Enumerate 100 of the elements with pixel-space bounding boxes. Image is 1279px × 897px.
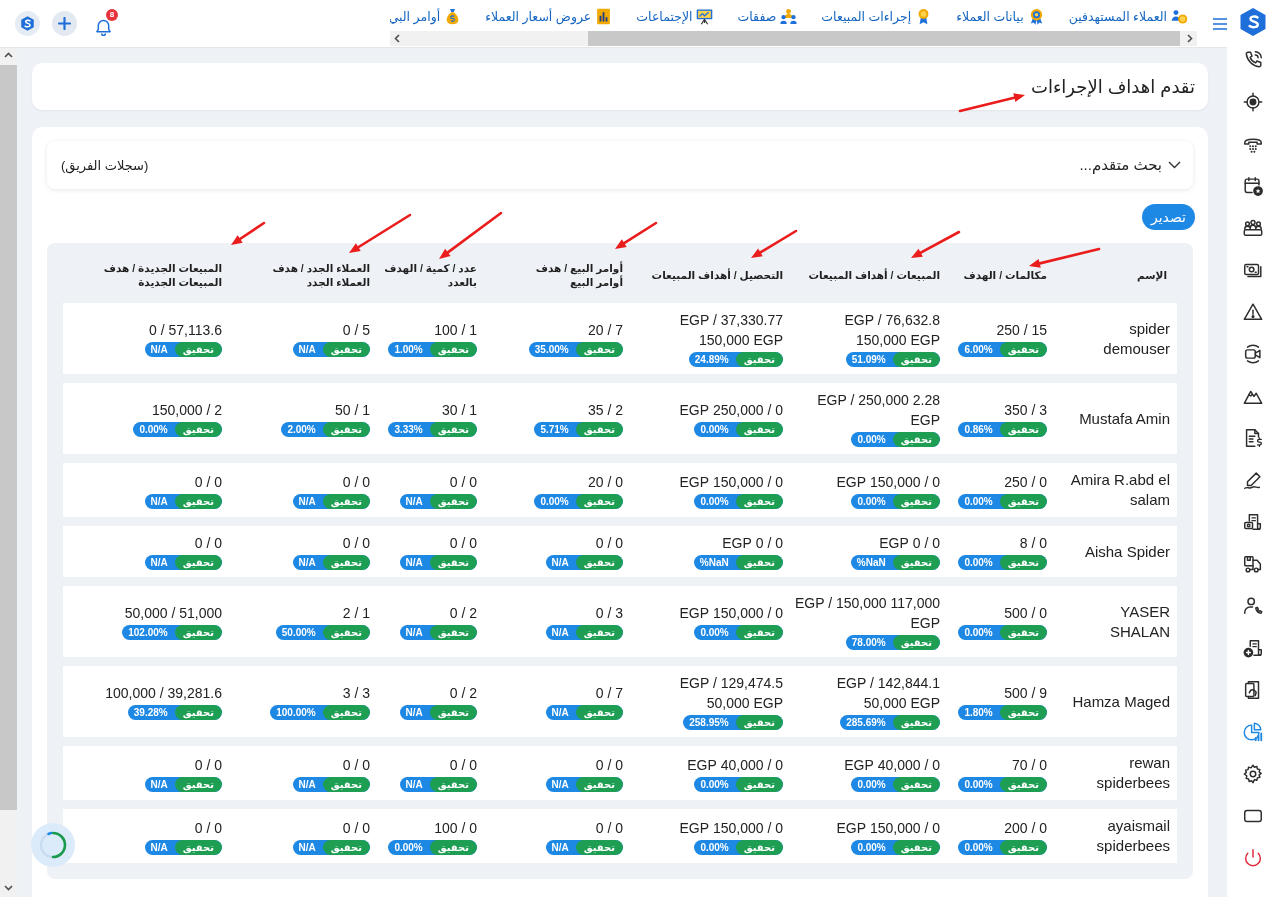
ratio-text: 0 / 500 (1004, 604, 1047, 623)
ratio-text: 0 / 0 (342, 818, 370, 838)
ratio-text: 3 / 3 (342, 684, 370, 703)
ratio-text: 0 / 250 (1004, 472, 1047, 492)
ratio-text: 0 / 8 (1019, 534, 1047, 553)
user-phone-icon (1242, 595, 1264, 617)
ratio-text: 51,000 / 50,000 (124, 604, 222, 623)
ratio-text: 2 / 0 (449, 604, 477, 623)
ratio-text: 7 / 20 (587, 321, 623, 340)
column-header: الإسم (1137, 268, 1167, 282)
calendar-star-icon (1242, 175, 1264, 197)
ratio-text: 0 / 0 (595, 818, 623, 838)
ratio-text: 37,330.77 EGP / 150,000 EGP (678, 311, 783, 350)
employee-name: ayaismail spiderbees (1096, 817, 1170, 854)
ratio-text: 142,844.1 EGP / 50,000 EGP (835, 674, 940, 713)
ratio-text: 129,474.5 EGP / 50,000 EGP (678, 674, 783, 713)
ratio-text: 2 / 35 (587, 401, 623, 420)
ratio-text: 0 / 0 (595, 534, 623, 553)
team-records-label: (سجلات الفريق) (61, 157, 149, 173)
pie-chart-icon (1242, 721, 1264, 743)
nav-tab[interactable]: إجراءات المبيعات (821, 7, 933, 25)
column-header: أوامر البيع / هدف أوامر البيع (534, 261, 623, 289)
employee-name: rewan spiderbees (1096, 754, 1170, 791)
ratio-text: 0 / 20 (587, 472, 623, 492)
plus-icon (58, 17, 71, 30)
ratio-text: 39,281.6 / 100,000 (105, 684, 222, 703)
pen-signature-icon (1242, 469, 1264, 491)
ratio-text: 57,113.6 / 0 (149, 321, 222, 340)
ratio-text: 9 / 500 (1004, 684, 1047, 703)
presentation-board-icon (696, 7, 714, 25)
target-icon (1242, 91, 1264, 113)
ratio-text: 0 / 250,000 EGP (679, 401, 783, 420)
warning-icon (1242, 301, 1264, 323)
ratio-text: 1 / 2 (342, 604, 370, 623)
menu-button[interactable] (1213, 17, 1227, 30)
employee-name: Hamza Maged (1072, 692, 1170, 710)
column-header: المبيعات الجديدة / هدف المبيعات الجديدة (102, 261, 222, 289)
nav-tab[interactable]: عروض أسعار العملاء (485, 7, 613, 25)
ratio-text: 0 / 0 EGP (722, 534, 783, 553)
column-header: مكالمات / الهدف (963, 268, 1047, 282)
employee-name: Aisha Spider (1084, 542, 1170, 560)
nav-tab[interactable]: الإجتماعات (636, 7, 714, 25)
add-button[interactable] (52, 11, 77, 36)
ratio-text: 1 / 50 (334, 401, 370, 420)
page-title: تقدم اهداف الإجراءات (1030, 75, 1195, 98)
column-header: عدد / كمية / الهدف بالعدد (383, 261, 477, 289)
advanced-search-toggle[interactable]: بحث متقدم... (1079, 156, 1181, 174)
document-chart-icon (595, 7, 613, 25)
ratio-text: 1 / 100 (434, 321, 477, 340)
employee-name: Mustafa Amin (1079, 409, 1170, 427)
receipt-money-icon (1242, 511, 1264, 533)
nav-tab[interactable]: العملاء المستهدفين (1068, 7, 1188, 25)
ratio-text: 0 / 150,000 EGP (679, 472, 783, 492)
people-group-icon (780, 7, 798, 25)
nav-tab[interactable]: صفقات (737, 7, 798, 25)
scroll-left-icon[interactable] (394, 34, 400, 43)
video-camera-icon (1242, 343, 1264, 365)
ratio-text: 0 / 0 (194, 818, 222, 838)
column-header: التحصيل / أهداف المبيعات (651, 268, 783, 282)
ratio-text: 0 / 0 (342, 755, 370, 775)
scroll-right-icon[interactable] (1187, 34, 1193, 43)
ratio-text: 0 / 0 (194, 472, 222, 492)
export-button[interactable]: تصدير (1142, 204, 1195, 230)
scrollbar-thumb[interactable] (588, 31, 1180, 46)
ratio-text: 0 / 0 (342, 472, 370, 492)
people-group-icon (1242, 217, 1264, 239)
employee-name: Amira R.abd el salam (1070, 471, 1170, 508)
ratio-text: 3 / 0 (595, 604, 623, 623)
horizontal-scrollbar[interactable] (390, 31, 1197, 46)
ratio-text: 5 / 0 (342, 321, 370, 340)
nav-tab[interactable]: بيانات العملاء (956, 7, 1045, 25)
ratio-text: 0 / 200 (1004, 818, 1047, 838)
scroll-up-icon[interactable] (4, 52, 13, 58)
ratio-text: 76,632.8 EGP / 150,000 EGP (843, 311, 940, 350)
ratio-text: 0 / 0 (449, 472, 477, 492)
menu-icon (1213, 17, 1227, 30)
scroll-down-icon[interactable] (4, 885, 13, 891)
ratio-text: 2 / 0 (449, 684, 477, 703)
ratio-text: 2 / 150,000 (151, 401, 222, 420)
ratio-text: 15 / 250 (996, 321, 1047, 340)
ratio-text: 0 / 70 (1011, 755, 1047, 775)
ratio-text: 2.28 EGP / 250,000 EGP (816, 391, 940, 430)
ratio-text: 0 / 0 (449, 755, 477, 775)
ratio-text: 0 / 150,000 EGP (679, 818, 783, 838)
column-header: المبيعات / أهداف المبيعات (808, 268, 940, 282)
logo-icon (15, 11, 40, 36)
ratio-text: 7 / 0 (595, 684, 623, 703)
ratio-text: 0 / 150,000 EGP (836, 818, 940, 838)
bell-icon (94, 17, 112, 36)
ratio-text: 0 / 40,000 EGP (687, 755, 783, 775)
ratio-text: 0 / 0 (595, 755, 623, 775)
ratio-text: 0 / 150,000 EGP (679, 604, 783, 623)
loading-spinner-icon (31, 823, 75, 867)
employee-name: YASER SHALAN (1109, 602, 1170, 640)
ratio-text: 1 / 30 (441, 401, 477, 420)
logo-icon (1239, 7, 1267, 37)
nav-tab[interactable]: أوامر البي (390, 7, 462, 25)
notification-badge: 8 (106, 8, 118, 21)
ratio-text: 0 / 0 (449, 534, 477, 553)
ratio-text: 0 / 100 (434, 818, 477, 838)
